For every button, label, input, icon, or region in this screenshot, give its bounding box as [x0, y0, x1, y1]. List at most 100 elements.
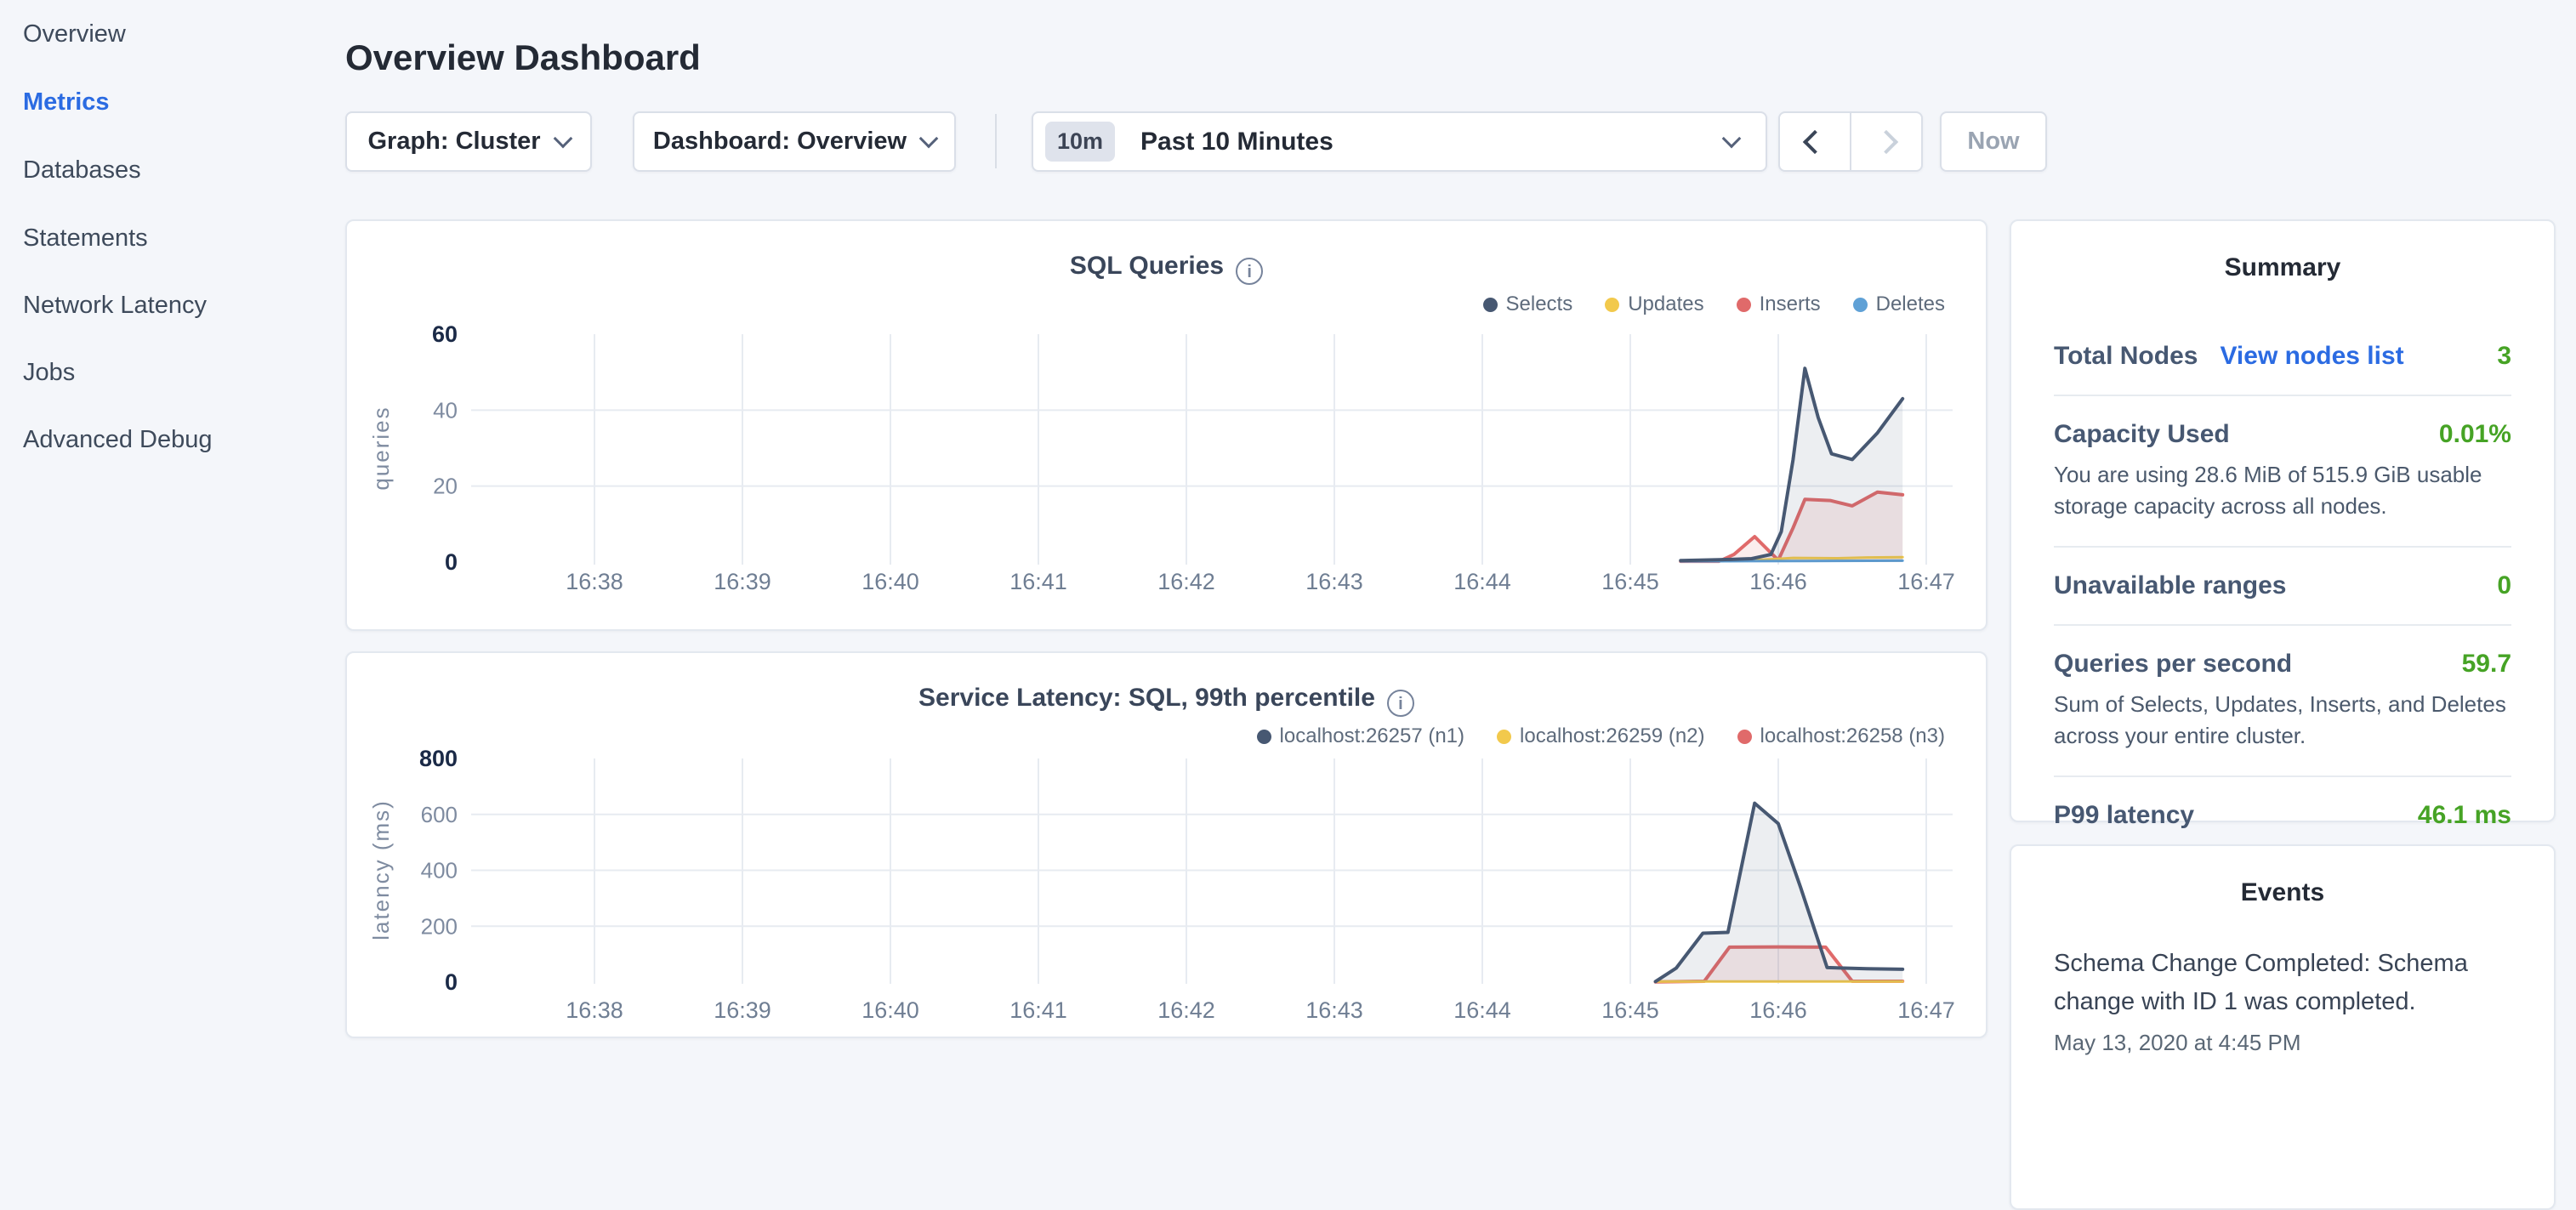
qps-description: Sum of Selects, Updates, Inserts, and De…	[2054, 689, 2511, 752]
sql-queries-chart-card: 16:3816:3916:4016:4116:4216:4316:4416:45…	[345, 219, 1987, 631]
legend-label: localhost:26259 (n2)	[1520, 724, 1704, 748]
svg-text:16:42: 16:42	[1157, 569, 1215, 594]
chevron-down-icon	[553, 128, 572, 148]
summary-panel: Summary Total Nodes View nodes list 3 Ca…	[2010, 219, 2556, 822]
svg-text:800: 800	[419, 746, 458, 771]
capacity-used-description: You are using 28.6 MiB of 515.9 GiB usab…	[2054, 459, 2511, 522]
legend-dot	[1483, 298, 1498, 312]
capacity-used-value: 0.01%	[2439, 420, 2511, 449]
svg-text:16:41: 16:41	[1009, 997, 1067, 1023]
summary-row-capacity: Capacity Used 0.01%	[2054, 420, 2511, 449]
sidebar-item-databases[interactable]: Databases	[23, 151, 141, 189]
summary-row-p99: P99 latency 46.1 ms	[2054, 801, 2511, 830]
svg-text:16:39: 16:39	[714, 569, 771, 594]
total-nodes-value: 3	[2497, 342, 2511, 371]
svg-text:60: 60	[432, 321, 458, 347]
legend-label: Updates	[1628, 293, 1703, 316]
unavailable-ranges-value: 0	[2497, 571, 2511, 600]
chart-title-text: SQL Queries	[1070, 252, 1224, 280]
svg-text:16:46: 16:46	[1749, 569, 1807, 594]
svg-text:400: 400	[421, 858, 458, 883]
page-title: Overview Dashboard	[345, 37, 701, 78]
svg-text:0: 0	[445, 549, 458, 575]
legend-dot	[1737, 730, 1752, 744]
time-range-label: Past 10 Minutes	[1140, 128, 1333, 156]
divider	[2054, 546, 2511, 548]
sidebar-item-advanced-debug[interactable]: Advanced Debug	[23, 421, 213, 458]
chevron-right-icon	[1874, 129, 1898, 153]
svg-text:200: 200	[421, 913, 458, 939]
legend-label: localhost:26257 (n1)	[1280, 724, 1464, 748]
summary-row-qps: Queries per second 59.7	[2054, 650, 2511, 679]
summary-row-total-nodes: Total Nodes View nodes list 3	[2054, 342, 2511, 371]
svg-text:16:38: 16:38	[566, 569, 623, 594]
event-item-timestamp: May 13, 2020 at 4:45 PM	[2054, 1030, 2511, 1056]
total-nodes-label: Total Nodes	[2054, 342, 2198, 371]
qps-label: Queries per second	[2054, 650, 2292, 679]
legend-dot	[1257, 730, 1271, 744]
svg-text:16:39: 16:39	[714, 997, 771, 1023]
svg-text:40: 40	[433, 397, 458, 423]
svg-text:20: 20	[433, 474, 458, 499]
chart-title-text: Service Latency: SQL, 99th percentile	[918, 684, 1375, 712]
time-prev-button[interactable]	[1780, 113, 1851, 170]
legend-label: Inserts	[1760, 293, 1821, 316]
p99-latency-value: 46.1 ms	[2418, 801, 2511, 830]
legend-item: localhost:26257 (n1)	[1257, 724, 1464, 748]
chevron-down-icon	[919, 128, 939, 148]
chevron-left-icon	[1803, 129, 1827, 153]
legend-item: localhost:26259 (n2)	[1497, 724, 1704, 748]
svg-text:16:47: 16:47	[1897, 569, 1955, 594]
legend-dot	[1497, 730, 1511, 744]
events-panel: Events Schema Change Completed: Schema c…	[2010, 844, 2556, 1210]
time-next-button[interactable]	[1851, 113, 1921, 170]
event-item-text: Schema Change Completed: Schema change w…	[2054, 945, 2511, 1021]
dashboard-dropdown-label: Dashboard: Overview	[653, 128, 907, 156]
legend-item: Deletes	[1853, 293, 1945, 316]
sidebar-item-overview[interactable]: Overview	[23, 15, 126, 53]
now-button[interactable]: Now	[1940, 111, 2047, 172]
legend-label: Deletes	[1876, 293, 1945, 316]
svg-text:16:40: 16:40	[862, 997, 919, 1023]
p99-latency-label: P99 latency	[2054, 801, 2194, 830]
legend-item: Inserts	[1737, 293, 1821, 316]
svg-text:16:43: 16:43	[1305, 997, 1363, 1023]
summary-row-unavailable-ranges: Unavailable ranges 0	[2054, 571, 2511, 600]
chevron-down-icon	[1722, 129, 1742, 149]
sidebar-item-network-latency[interactable]: Network Latency	[23, 287, 207, 324]
svg-text:16:41: 16:41	[1009, 569, 1067, 594]
chart-legend: localhost:26257 (n1) localhost:26259 (n2)…	[1257, 724, 1945, 748]
summary-title: Summary	[2011, 253, 2554, 282]
dashboard-dropdown[interactable]: Dashboard: Overview	[633, 111, 956, 172]
info-icon[interactable]: i	[1236, 258, 1263, 285]
sidebar: Overview Metrics Databases Statements Networ…	[0, 0, 332, 1051]
chart-title: SQL Queries i	[347, 252, 1986, 285]
sidebar-item-metrics[interactable]: Metrics	[23, 83, 110, 121]
divider	[2054, 775, 2511, 777]
unavailable-ranges-label: Unavailable ranges	[2054, 571, 2286, 600]
events-title: Events	[2011, 878, 2554, 907]
svg-text:16:43: 16:43	[1305, 569, 1363, 594]
svg-text:16:44: 16:44	[1453, 569, 1511, 594]
graph-dropdown-label: Graph: Cluster	[367, 128, 540, 156]
graph-dropdown[interactable]: Graph: Cluster	[345, 111, 592, 172]
legend-dot	[1737, 298, 1751, 312]
legend-label: localhost:26258 (n3)	[1760, 724, 1945, 748]
sidebar-item-statements[interactable]: Statements	[23, 219, 148, 257]
chart-legend: SelectsUpdatesInsertsDeletes	[1483, 293, 1946, 316]
divider	[2054, 395, 2511, 396]
divider	[2054, 624, 2511, 626]
svg-text:16:45: 16:45	[1601, 569, 1659, 594]
legend-item: Updates	[1605, 293, 1703, 316]
svg-text:16:38: 16:38	[566, 997, 623, 1023]
capacity-used-label: Capacity Used	[2054, 420, 2230, 449]
sidebar-item-jobs[interactable]: Jobs	[23, 354, 75, 391]
svg-text:0: 0	[445, 969, 458, 995]
view-nodes-list-link[interactable]: View nodes list	[2220, 342, 2403, 371]
svg-text:16:46: 16:46	[1749, 997, 1807, 1023]
time-range-dropdown[interactable]: 10m Past 10 Minutes	[1032, 111, 1767, 172]
legend-item: localhost:26258 (n3)	[1737, 724, 1945, 748]
qps-value: 59.7	[2462, 650, 2511, 679]
legend-dot	[1853, 298, 1868, 312]
info-icon[interactable]: i	[1387, 690, 1414, 717]
